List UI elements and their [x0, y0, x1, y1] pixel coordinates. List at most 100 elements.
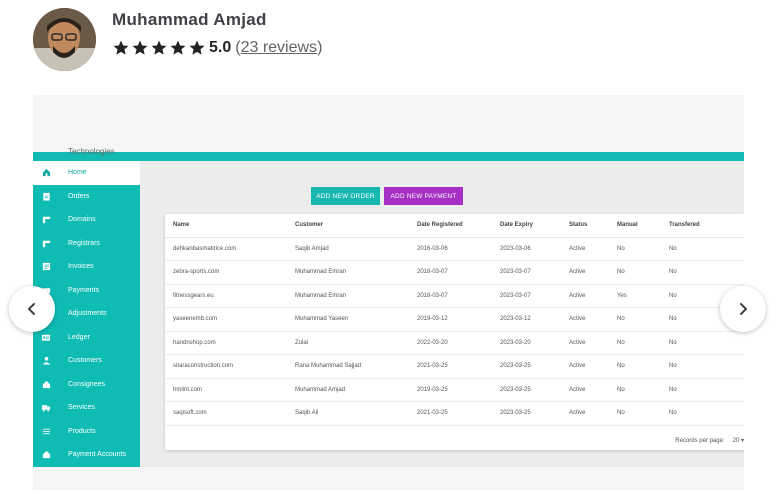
sidebar-item-home[interactable]: Home	[33, 161, 140, 185]
table-cell: No	[661, 354, 744, 379]
table-cell: zebra-sports.com	[165, 260, 287, 285]
column-header[interactable]: Transfered	[661, 214, 744, 238]
table-cell: 2021-03-25	[409, 401, 492, 426]
table-row[interactable]: fitnessgears.eu Muhammad Emran 2018-03-07 2…	[165, 284, 744, 308]
rating-value: 5.0	[209, 39, 232, 56]
column-header[interactable]: Date Expiry	[492, 214, 561, 238]
sidebar-item-ledger[interactable]: Ledger	[33, 326, 140, 350]
column-header[interactable]: Date Registered	[409, 214, 492, 238]
table-cell: yaseenemb.com	[165, 307, 287, 332]
sidebar-item-label: Orders	[68, 192, 90, 200]
reviews-link[interactable]: 23 reviews	[241, 39, 317, 56]
table-cell: Saqib Amjad	[287, 237, 409, 261]
sidebar-item-consignees[interactable]: Consignees	[33, 373, 140, 397]
table-cell: Active	[561, 260, 609, 285]
column-header[interactable]: Customer	[287, 214, 409, 238]
table-cell: No	[609, 307, 661, 332]
app-topbar: Technologies	[33, 147, 744, 161]
truck-icon	[41, 403, 51, 413]
chevron-right-icon	[740, 303, 747, 315]
sidebar-item-orders[interactable]: Orders	[33, 185, 140, 209]
clipboard-icon	[41, 191, 51, 201]
sidebar-item-services[interactable]: Services	[33, 396, 140, 420]
table-cell: fitnessgears.eu	[165, 284, 287, 308]
app-screenshot: Technologies Home Orders Domains Registr…	[33, 147, 744, 467]
table-cell: No	[609, 354, 661, 379]
table-cell: Active	[561, 401, 609, 426]
gallery-image: Technologies Home Orders Domains Registr…	[33, 95, 744, 490]
app-main: ADD NEW ORDER ADD NEW PAYMENT Name Custo…	[140, 161, 744, 467]
table-cell: Muhammad Emran	[287, 260, 409, 285]
sidebar-item-products[interactable]: Products	[33, 420, 140, 444]
sidebar-item-payment-accounts[interactable]: Payment Accounts	[33, 443, 140, 467]
sidebar-item-label: Payments	[68, 286, 100, 294]
table-row[interactable]: handnshop.com Zulal 2022-03-20 2023-03-20 Ac…	[165, 331, 744, 355]
column-header[interactable]: Status	[561, 214, 609, 238]
table-cell: No	[609, 331, 661, 355]
carousel-prev-button[interactable]	[9, 286, 55, 332]
sidebar-item-label: Payment Accounts	[68, 451, 126, 459]
table-cell: Muhammad Emran	[287, 284, 409, 308]
home-icon	[41, 168, 51, 178]
star-icon	[151, 40, 167, 55]
domain-icon	[41, 215, 51, 225]
add-new-payment-button[interactable]: ADD NEW PAYMENT	[384, 187, 463, 205]
table-row[interactable]: sitaraconstruction.com Rana Muhammad Sajj…	[165, 354, 744, 379]
ledger-icon	[41, 332, 51, 342]
sidebar-item-label: Invoices	[68, 263, 94, 271]
table-cell: 2023-03-25	[492, 354, 561, 379]
table-cell: handnshop.com	[165, 331, 287, 355]
column-header[interactable]: Manual	[609, 214, 661, 238]
reviews-count: (23 reviews)	[235, 39, 323, 56]
chevron-left-icon	[28, 303, 35, 315]
domain-icon	[41, 238, 51, 248]
caret-down-icon: ▾	[740, 438, 744, 444]
table-cell: Yes	[609, 284, 661, 308]
list-icon	[41, 426, 51, 436]
seller-name[interactable]: Muhammad Amjad	[112, 10, 267, 30]
sidebar-item-domains[interactable]: Domains	[33, 208, 140, 232]
records-per-page-select[interactable]: 20 ▾	[733, 437, 744, 444]
sidebar-item-customers[interactable]: Customers	[33, 349, 140, 373]
table-cell: 2016-03-06	[409, 237, 492, 261]
table-row[interactable]: dehkanbasmatirice.com Saqib Amjad 2016-03-…	[165, 237, 744, 261]
carousel-next-button[interactable]	[720, 286, 766, 332]
table-cell: No	[609, 237, 661, 261]
table-cell: Active	[561, 331, 609, 355]
sidebar-item-label: Products	[68, 427, 96, 435]
sidebar-item-label: Home	[68, 169, 87, 177]
table-row[interactable]: saqisoft.com Saqib Ali 2021-03-25 2023-03-2…	[165, 401, 744, 426]
table-row[interactable]: zebra-sports.com Muhammad Emran 2018-03-07…	[165, 260, 744, 285]
table-cell: 2023-03-07	[492, 260, 561, 285]
sidebar-item-label: Consignees	[68, 380, 105, 388]
sidebar-item-label: Registrars	[68, 239, 100, 247]
table-row[interactable]: yaseenemb.com Muhammad Yaseen 2019-03-12 20…	[165, 307, 744, 332]
table-cell: 2023-03-25	[492, 401, 561, 426]
star-icon	[113, 40, 129, 55]
table-cell: 2018-03-07	[409, 260, 492, 285]
table-cell: 2019-03-12	[409, 307, 492, 332]
company-name: Technologies	[68, 147, 115, 156]
table-cell: hmlint.com	[165, 378, 287, 402]
table-cell: 2022-03-20	[409, 331, 492, 355]
star-icon	[132, 40, 148, 55]
table-cell: sitaraconstruction.com	[165, 354, 287, 379]
table-cell: No	[661, 401, 744, 426]
add-new-order-button[interactable]: ADD NEW ORDER	[311, 187, 380, 205]
sidebar-item-registrars[interactable]: Registrars	[33, 232, 140, 256]
table-cell: No	[609, 401, 661, 426]
table-row[interactable]: hmlint.com Muhammad Amjad 2019-03-25 2023-0…	[165, 378, 744, 402]
seller-avatar[interactable]	[33, 8, 96, 71]
domains-table: Name Customer Date Registered Date Expir…	[165, 214, 744, 426]
column-header[interactable]: Name	[165, 214, 287, 238]
table-cell: No	[661, 378, 744, 402]
sidebar-item-label: Adjustments	[68, 310, 107, 318]
table-cell: 2023-03-06	[492, 237, 561, 261]
star-icon	[189, 40, 205, 55]
table-header-row: Name Customer Date Registered Date Expir…	[165, 214, 744, 238]
table-cell: Active	[561, 378, 609, 402]
table-cell: 2023-03-12	[492, 307, 561, 332]
table-cell: No	[661, 237, 744, 261]
sidebar-item-invoices[interactable]: Invoices	[33, 255, 140, 279]
invoice-icon	[41, 262, 51, 272]
